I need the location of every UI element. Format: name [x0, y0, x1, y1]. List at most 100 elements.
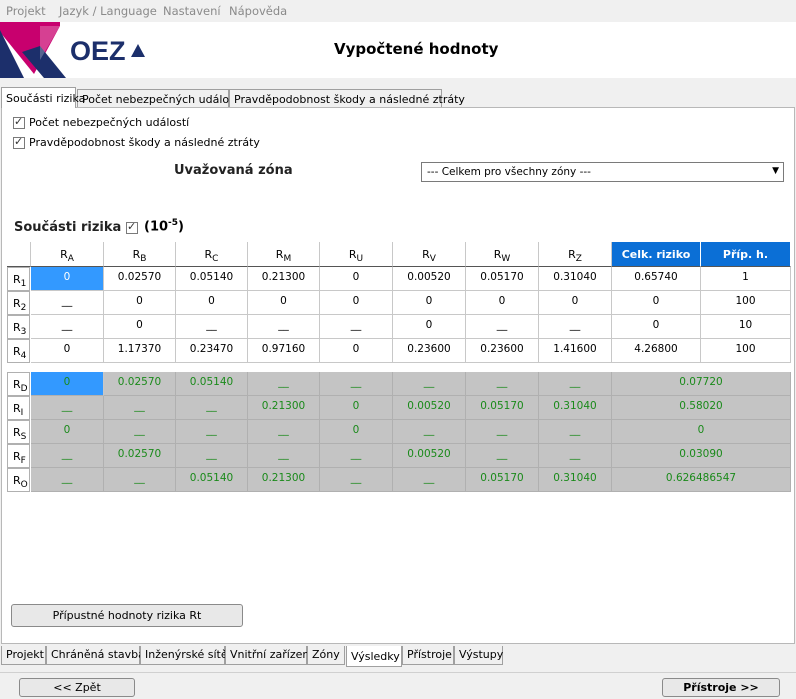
table-cell[interactable]: 0.31040: [539, 396, 612, 420]
tab-risk-components[interactable]: Součásti rizika: [1, 87, 85, 108]
table-cell[interactable]: 0.00520: [393, 396, 466, 420]
btab-protected-building[interactable]: Chráněná stavba: [46, 646, 145, 665]
table-cell[interactable]: __: [466, 420, 539, 444]
table-cell[interactable]: __: [320, 372, 393, 396]
menu-language[interactable]: Jazyk / Language: [59, 4, 157, 18]
column-header[interactable]: RV: [393, 242, 466, 267]
table-cell[interactable]: 0.97160: [248, 339, 320, 363]
table-cell[interactable]: __: [31, 444, 104, 468]
table-cell[interactable]: 0.31040: [539, 468, 612, 492]
table-cell[interactable]: __: [248, 420, 320, 444]
row-header[interactable]: R2: [7, 291, 30, 315]
table-cell-total[interactable]: 0.626486547: [612, 468, 791, 492]
btab-internal-systems[interactable]: Vnitřní zařízení: [225, 646, 312, 665]
table-cell[interactable]: 0: [176, 291, 248, 315]
table-cell[interactable]: __: [466, 315, 539, 339]
table-cell[interactable]: 0: [104, 291, 176, 315]
table-cell[interactable]: 0.21300: [248, 267, 320, 291]
table-cell[interactable]: 0: [466, 291, 539, 315]
table-cell[interactable]: __: [248, 315, 320, 339]
table-cell[interactable]: 0: [612, 315, 701, 339]
table-cell[interactable]: __: [539, 372, 612, 396]
table-cell[interactable]: 0: [320, 291, 393, 315]
table-cell[interactable]: 0.00520: [393, 267, 466, 291]
column-header-total[interactable]: Celk. riziko: [612, 242, 701, 267]
table-cell[interactable]: 0: [31, 420, 104, 444]
table-cell[interactable]: __: [466, 444, 539, 468]
table-cell[interactable]: __: [320, 444, 393, 468]
table-cell[interactable]: 0.31040: [539, 267, 612, 291]
table-cell-total[interactable]: 0: [612, 420, 791, 444]
table-cell[interactable]: 0: [612, 291, 701, 315]
btab-devices[interactable]: Přístroje: [402, 646, 454, 665]
table-cell[interactable]: __: [31, 468, 104, 492]
table-cell[interactable]: 0.05170: [466, 396, 539, 420]
table-cell[interactable]: 0: [248, 291, 320, 315]
btab-zones[interactable]: Zóny: [307, 646, 345, 665]
table-cell[interactable]: 0: [393, 315, 466, 339]
tab-dangerous-events[interactable]: Počet nebezpečných událostí: [77, 89, 242, 108]
column-header[interactable]: RW: [466, 242, 539, 267]
btab-utilities[interactable]: Inženýrské sítě: [140, 646, 228, 665]
table-cell[interactable]: 0: [320, 396, 393, 420]
table-cell[interactable]: 0.05140: [176, 267, 248, 291]
zone-select[interactable]: --- Celkem pro všechny zóny --- ▼: [421, 162, 784, 182]
table-cell[interactable]: __: [393, 420, 466, 444]
table-cell[interactable]: __: [104, 396, 176, 420]
column-header[interactable]: RZ: [539, 242, 612, 267]
table-cell[interactable]: __: [176, 396, 248, 420]
table-cell[interactable]: __: [31, 291, 104, 315]
checkbox-unit[interactable]: [126, 220, 138, 234]
table-cell[interactable]: __: [248, 372, 320, 396]
table-cell[interactable]: 0.21300: [248, 396, 320, 420]
column-header[interactable]: RU: [320, 242, 393, 267]
table-cell[interactable]: 1.41600: [539, 339, 612, 363]
table-cell[interactable]: __: [104, 420, 176, 444]
row-header[interactable]: RO: [7, 468, 30, 492]
btab-results[interactable]: Výsledky: [346, 646, 402, 667]
column-header-cases[interactable]: Příp. h.: [701, 242, 791, 267]
table-cell[interactable]: __: [176, 315, 248, 339]
table-cell[interactable]: __: [393, 372, 466, 396]
table-cell[interactable]: __: [176, 420, 248, 444]
table-cell[interactable]: 1.17370: [104, 339, 176, 363]
table-cell[interactable]: 0.23600: [393, 339, 466, 363]
table-cell[interactable]: 100: [701, 291, 791, 315]
row-header[interactable]: R4: [7, 339, 30, 363]
table-cell[interactable]: 10: [701, 315, 791, 339]
table-cell-total[interactable]: 0.58020: [612, 396, 791, 420]
table-cell[interactable]: __: [320, 315, 393, 339]
row-header[interactable]: R1: [7, 267, 30, 291]
menu-settings[interactable]: Nastavení: [163, 4, 221, 18]
table-cell[interactable]: __: [320, 468, 393, 492]
checkbox-probability[interactable]: [13, 135, 25, 149]
table-cell[interactable]: 0.05170: [466, 267, 539, 291]
table-cell[interactable]: 0: [539, 291, 612, 315]
table-cell[interactable]: 0.00520: [393, 444, 466, 468]
table-cell[interactable]: 0.05170: [466, 468, 539, 492]
table-cell[interactable]: 0.21300: [248, 468, 320, 492]
checkbox-events[interactable]: [13, 115, 25, 129]
table-cell[interactable]: __: [539, 444, 612, 468]
table-cell-total[interactable]: 0.03090: [612, 444, 791, 468]
table-cell[interactable]: __: [176, 444, 248, 468]
btab-projekt[interactable]: Projekt: [1, 646, 46, 665]
table-cell[interactable]: 0.02570: [104, 444, 176, 468]
table-cell[interactable]: 0: [320, 339, 393, 363]
row-header[interactable]: RI: [7, 396, 30, 420]
column-header[interactable]: RC: [176, 242, 248, 267]
table-cell[interactable]: 0.05140: [176, 372, 248, 396]
table-cell[interactable]: 0.05140: [176, 468, 248, 492]
table-cell[interactable]: __: [31, 315, 104, 339]
next-button[interactable]: Přístroje >>: [662, 678, 780, 697]
table-cell[interactable]: 0.02570: [104, 372, 176, 396]
table-cell[interactable]: 0: [31, 339, 104, 363]
table-cell[interactable]: __: [466, 372, 539, 396]
column-header[interactable]: RM: [248, 242, 320, 267]
table-cell[interactable]: __: [248, 444, 320, 468]
table-cell[interactable]: 100: [701, 339, 791, 363]
table-cell[interactable]: 0: [320, 420, 393, 444]
table-cell[interactable]: 0: [320, 267, 393, 291]
table-cell[interactable]: __: [393, 468, 466, 492]
table-cell[interactable]: __: [31, 396, 104, 420]
